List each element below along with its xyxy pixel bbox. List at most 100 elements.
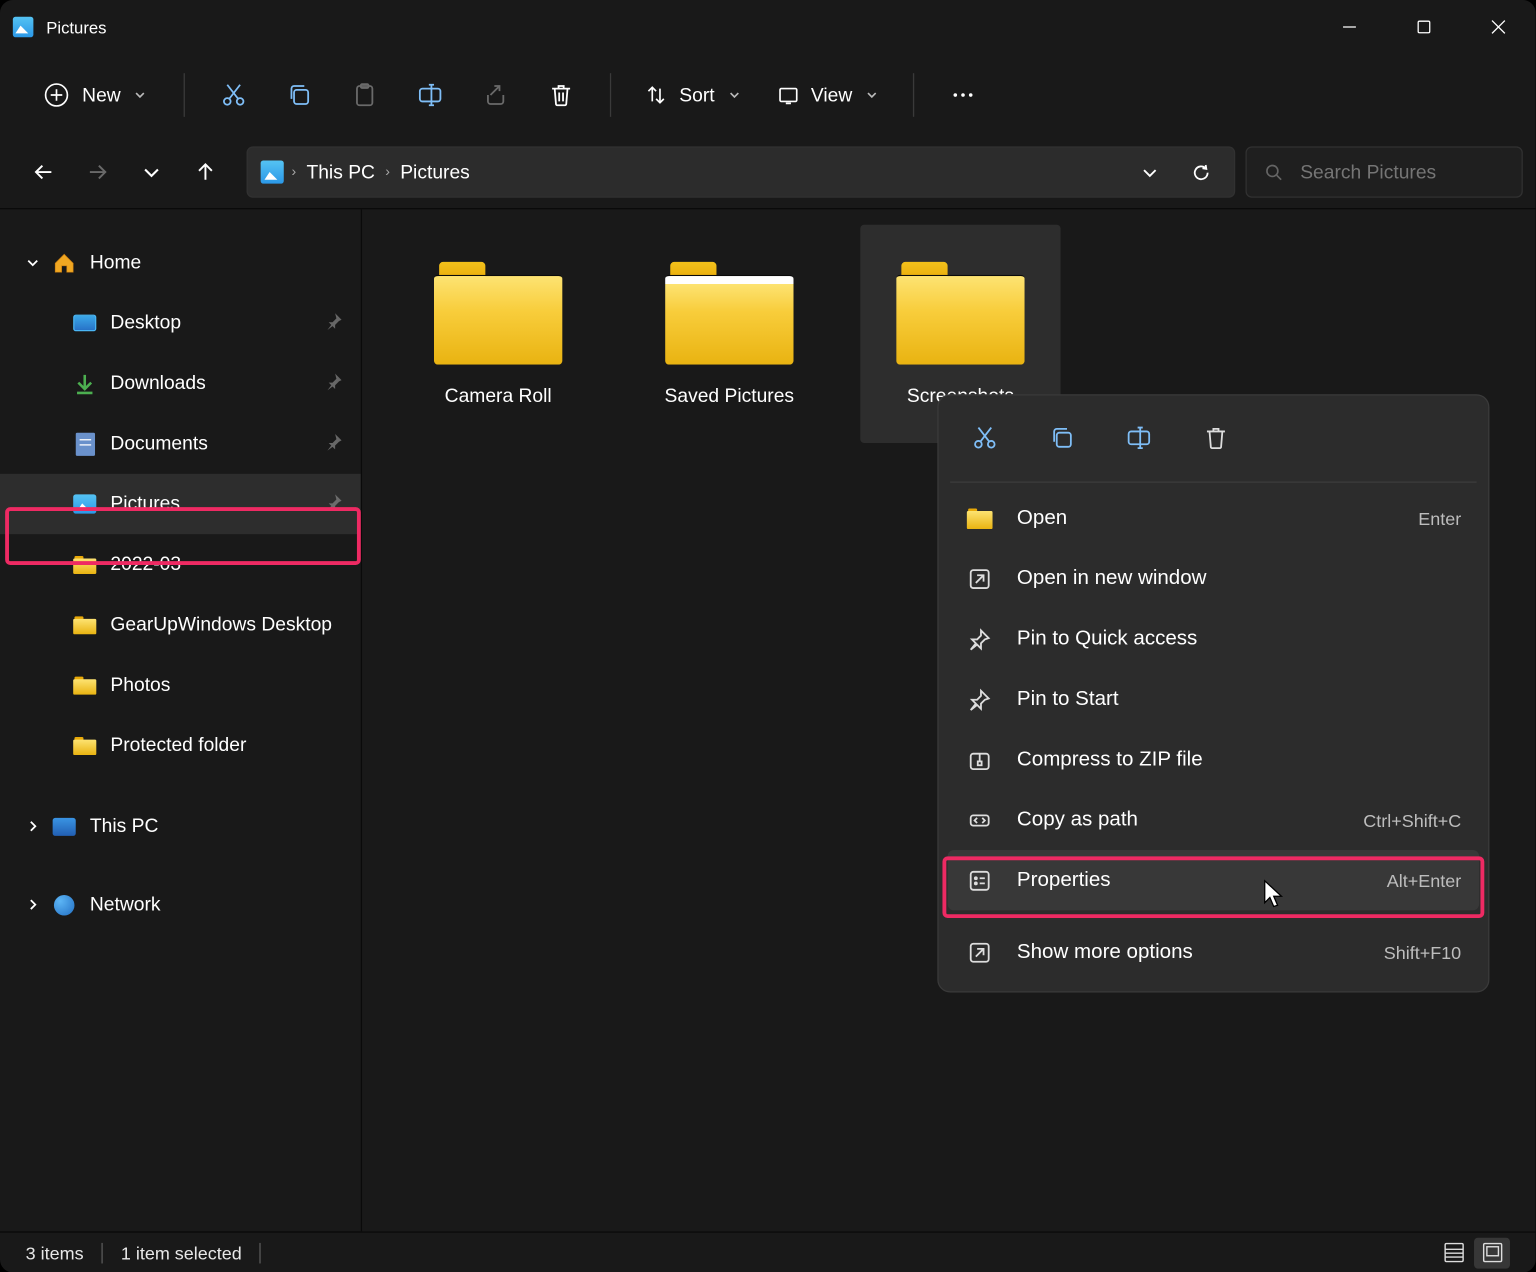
sidebar-item-thispc[interactable]: This PC bbox=[0, 796, 361, 856]
sidebar-item-2022-03[interactable]: 2022-03 bbox=[0, 534, 361, 594]
folder-icon bbox=[665, 261, 793, 364]
delete-button[interactable] bbox=[532, 69, 591, 120]
sidebar-item-pictures[interactable]: Pictures bbox=[0, 474, 361, 534]
breadcrumb-thispc[interactable]: This PC bbox=[296, 161, 385, 183]
pin-icon bbox=[325, 492, 343, 515]
view-label: View bbox=[811, 84, 852, 106]
ctx-properties[interactable]: Properties Alt+Enter bbox=[948, 850, 1480, 910]
ctx-label: Show more options bbox=[1017, 941, 1193, 964]
paste-button[interactable] bbox=[335, 69, 394, 120]
folder-open-icon bbox=[966, 504, 994, 532]
new-button[interactable]: New bbox=[26, 69, 165, 120]
search-input[interactable] bbox=[1300, 161, 1503, 183]
close-button[interactable] bbox=[1461, 0, 1535, 54]
breadcrumb-pictures[interactable]: Pictures bbox=[390, 161, 480, 183]
status-bar: 3 items 1 item selected bbox=[0, 1231, 1536, 1272]
toolbar: New Sort View bbox=[0, 54, 1536, 136]
pictures-icon bbox=[72, 492, 98, 515]
sidebar-item-downloads[interactable]: Downloads bbox=[0, 353, 361, 413]
minimize-button[interactable] bbox=[1312, 0, 1386, 54]
ctx-shortcut: Alt+Enter bbox=[1387, 870, 1461, 891]
pin-icon bbox=[966, 685, 994, 713]
home-icon bbox=[51, 251, 77, 274]
ctx-label: Pin to Start bbox=[1017, 688, 1119, 711]
up-button[interactable] bbox=[180, 146, 231, 197]
sort-button[interactable]: Sort bbox=[630, 69, 755, 120]
ctx-label: Compress to ZIP file bbox=[1017, 748, 1203, 771]
ctx-label: Properties bbox=[1017, 869, 1111, 892]
status-item-count: 3 items bbox=[26, 1242, 84, 1263]
sidebar-item-gearup[interactable]: GearUpWindows Desktop bbox=[0, 594, 361, 654]
copy-button[interactable] bbox=[270, 69, 329, 120]
ctx-open-new-window[interactable]: Open in new window bbox=[948, 548, 1480, 608]
more-button[interactable] bbox=[933, 69, 992, 120]
folder-icon bbox=[896, 261, 1024, 364]
ctx-rename-icon[interactable] bbox=[1107, 412, 1171, 463]
back-button[interactable] bbox=[18, 146, 69, 197]
ctx-pin-quick[interactable]: Pin to Quick access bbox=[948, 609, 1480, 669]
share-button[interactable] bbox=[466, 69, 525, 120]
sidebar-label: Photos bbox=[110, 674, 170, 696]
ctx-label: Copy as path bbox=[1017, 808, 1138, 831]
ctx-shortcut: Shift+F10 bbox=[1384, 942, 1461, 963]
ctx-label: Pin to Quick access bbox=[1017, 627, 1197, 650]
sidebar-label: Desktop bbox=[110, 312, 181, 334]
folder-icon bbox=[72, 734, 98, 757]
icons-view-button[interactable] bbox=[1474, 1237, 1510, 1268]
downloads-icon bbox=[72, 372, 98, 395]
sidebar-item-home[interactable]: Home bbox=[0, 232, 361, 292]
forward-button[interactable] bbox=[72, 146, 123, 197]
pin-icon bbox=[325, 311, 343, 334]
new-window-icon bbox=[966, 564, 994, 592]
sidebar-item-desktop[interactable]: Desktop bbox=[0, 293, 361, 353]
ctx-cut-icon[interactable] bbox=[953, 412, 1017, 463]
details-view-button[interactable] bbox=[1436, 1237, 1472, 1268]
rename-button[interactable] bbox=[401, 69, 460, 120]
folder-icon bbox=[434, 261, 562, 364]
pictures-app-icon bbox=[13, 17, 34, 38]
status-selected: 1 item selected bbox=[121, 1242, 242, 1263]
refresh-button[interactable] bbox=[1175, 148, 1226, 197]
search-box[interactable] bbox=[1245, 146, 1522, 197]
ctx-open[interactable]: Open Enter bbox=[948, 488, 1480, 548]
ctx-pin-start[interactable]: Pin to Start bbox=[948, 669, 1480, 729]
sidebar-label: Documents bbox=[110, 433, 207, 455]
folder-label: Saved Pictures bbox=[665, 385, 795, 407]
address-bar[interactable]: › This PC › Pictures bbox=[247, 146, 1236, 197]
sidebar-item-documents[interactable]: Documents bbox=[0, 413, 361, 473]
ctx-show-more[interactable]: Show more options Shift+F10 bbox=[948, 922, 1480, 982]
pin-icon bbox=[325, 372, 343, 395]
view-button[interactable]: View bbox=[762, 69, 893, 120]
ctx-shortcut: Ctrl+Shift+C bbox=[1363, 810, 1461, 831]
ctx-copy-icon[interactable] bbox=[1030, 412, 1094, 463]
zip-icon bbox=[966, 745, 994, 773]
more-options-icon bbox=[966, 938, 994, 966]
folder-icon bbox=[72, 673, 98, 696]
folder-label: Camera Roll bbox=[445, 385, 552, 407]
maximize-button[interactable] bbox=[1387, 0, 1461, 54]
folder-camera-roll[interactable]: Camera Roll bbox=[398, 225, 598, 443]
recent-dropdown[interactable] bbox=[126, 146, 177, 197]
new-label: New bbox=[82, 84, 121, 106]
sort-label: Sort bbox=[679, 84, 714, 106]
sidebar-item-network[interactable]: Network bbox=[0, 874, 361, 934]
ctx-label: Open bbox=[1017, 507, 1067, 530]
address-dropdown[interactable] bbox=[1124, 148, 1175, 197]
ctx-copy-path[interactable]: Copy as path Ctrl+Shift+C bbox=[948, 790, 1480, 850]
cut-button[interactable] bbox=[204, 69, 263, 120]
folder-saved-pictures[interactable]: Saved Pictures bbox=[629, 225, 829, 443]
monitor-icon bbox=[51, 815, 77, 838]
ctx-delete-icon[interactable] bbox=[1184, 412, 1248, 463]
pin-icon bbox=[966, 625, 994, 653]
sidebar-label: 2022-03 bbox=[110, 553, 181, 575]
sidebar-item-photos[interactable]: Photos bbox=[0, 655, 361, 715]
sidebar-label: Pictures bbox=[110, 493, 180, 515]
copy-path-icon bbox=[966, 806, 994, 834]
sidebar-label: Network bbox=[90, 894, 161, 916]
titlebar: Pictures bbox=[0, 0, 1536, 54]
sidebar-item-protected[interactable]: Protected folder bbox=[0, 715, 361, 775]
ctx-compress-zip[interactable]: Compress to ZIP file bbox=[948, 729, 1480, 789]
context-menu: Open Enter Open in new window Pin to Qui… bbox=[937, 394, 1489, 992]
folder-icon bbox=[72, 613, 98, 636]
sidebar: Home Desktop Downloads Documents Picture… bbox=[0, 209, 362, 1231]
